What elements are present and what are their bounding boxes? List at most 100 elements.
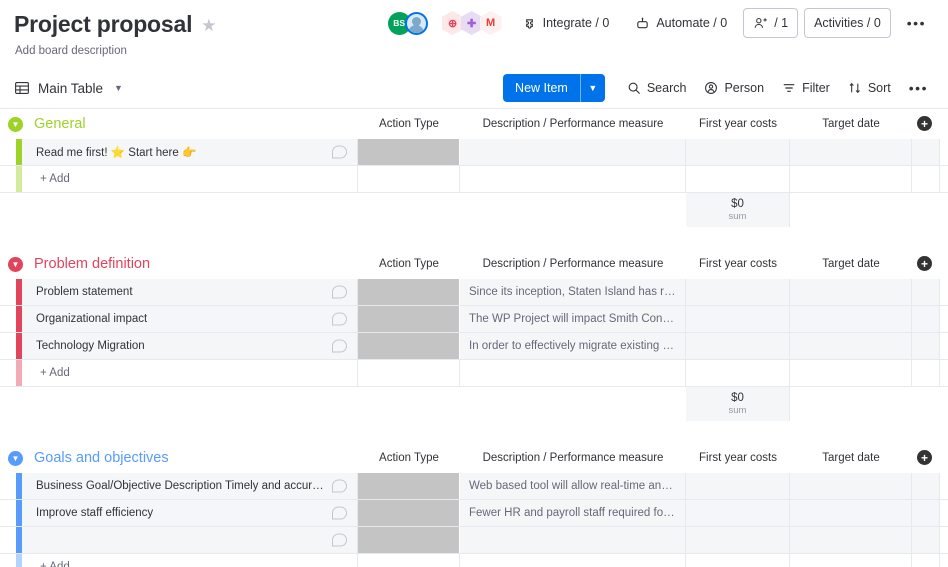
- row-name-cell[interactable]: [22, 527, 358, 553]
- search-button[interactable]: Search: [619, 76, 695, 100]
- summary-cell-first-year-costs[interactable]: $0 sum: [686, 387, 790, 421]
- avatar[interactable]: [404, 11, 428, 35]
- column-header[interactable]: Description / Performance measure: [483, 249, 664, 279]
- group-title[interactable]: Problem definition: [34, 256, 150, 272]
- person-button[interactable]: Person: [696, 76, 772, 100]
- activities-button[interactable]: Activities / 0: [804, 8, 891, 38]
- column-header[interactable]: Target date: [761, 109, 941, 139]
- table-cell[interactable]: [790, 527, 912, 553]
- table-cell[interactable]: [686, 527, 790, 553]
- summary-cell-first-year-costs[interactable]: $0 sum: [686, 193, 790, 227]
- table-cell[interactable]: [790, 333, 912, 359]
- table-cell[interactable]: [686, 139, 790, 165]
- column-header[interactable]: Description / Performance measure: [483, 443, 664, 473]
- table-cell[interactable]: [358, 500, 460, 526]
- invite-members-button[interactable]: / 1: [743, 8, 799, 38]
- group-collapse-icon[interactable]: ▼: [8, 256, 23, 272]
- table-cell[interactable]: [460, 527, 686, 553]
- table-cell[interactable]: [790, 473, 912, 499]
- table-cell[interactable]: [686, 279, 790, 305]
- table-cell[interactable]: The WP Project will impact Smith Consult…: [460, 306, 686, 332]
- star-icon[interactable]: ★: [201, 17, 216, 34]
- chat-bubble-icon[interactable]: [332, 312, 347, 326]
- chat-bubble-icon[interactable]: [332, 479, 347, 493]
- row-name-cell[interactable]: Read me first! ⭐ Start here 👉: [22, 139, 358, 165]
- add-column-button[interactable]: +: [917, 450, 932, 465]
- table-cell[interactable]: [686, 500, 790, 526]
- chevron-down-icon[interactable]: ▼: [114, 83, 123, 93]
- add-row-label[interactable]: + Add: [22, 166, 358, 192]
- chat-bubble-icon[interactable]: [332, 339, 347, 353]
- table-cell[interactable]: [912, 333, 940, 359]
- table-row[interactable]: [0, 527, 948, 554]
- table-cell[interactable]: [790, 139, 912, 165]
- board-more-options-button[interactable]: •••: [897, 8, 936, 38]
- group-collapse-icon[interactable]: ▼: [8, 116, 23, 132]
- table-cell[interactable]: [912, 139, 940, 165]
- column-header[interactable]: Target date: [761, 249, 941, 279]
- table-cell[interactable]: [460, 139, 686, 165]
- column-header[interactable]: Description / Performance measure: [483, 109, 664, 139]
- add-column-button[interactable]: +: [917, 256, 932, 271]
- table-cell[interactable]: [686, 473, 790, 499]
- table-row[interactable]: Read me first! ⭐ Start here 👉: [0, 139, 948, 166]
- filter-button[interactable]: Filter: [774, 76, 838, 100]
- table-cell[interactable]: [790, 500, 912, 526]
- column-header[interactable]: Action Type: [319, 249, 499, 279]
- integrate-button[interactable]: Integrate / 0: [512, 8, 620, 38]
- toolbar-more-options-button[interactable]: •••: [901, 78, 936, 98]
- table-row[interactable]: Organizational impact The WP Project will…: [0, 306, 948, 333]
- board-description[interactable]: Add board description: [15, 45, 934, 57]
- group-title[interactable]: General: [34, 116, 86, 132]
- group-collapse-icon[interactable]: ▼: [8, 450, 23, 466]
- integration-icon-plus[interactable]: ✚: [460, 11, 483, 35]
- main-table-tab[interactable]: Main Table ▼: [14, 80, 123, 96]
- table-cell[interactable]: [790, 306, 912, 332]
- add-row[interactable]: + Add: [0, 554, 948, 567]
- row-name-cell[interactable]: Technology Migration: [22, 333, 358, 359]
- table-cell[interactable]: [686, 306, 790, 332]
- integration-icon-gmail[interactable]: M: [479, 11, 502, 35]
- row-name-cell[interactable]: Business Goal/Objective Description Time…: [22, 473, 358, 499]
- chat-bubble-icon[interactable]: [332, 285, 347, 299]
- add-row[interactable]: + Add: [0, 166, 948, 193]
- table-cell[interactable]: [358, 306, 460, 332]
- table-cell[interactable]: [912, 500, 940, 526]
- table-cell[interactable]: [912, 527, 940, 553]
- column-header[interactable]: Target date: [761, 443, 941, 473]
- table-cell[interactable]: [686, 333, 790, 359]
- add-row-label[interactable]: + Add: [22, 360, 358, 386]
- automate-button[interactable]: Automate / 0: [625, 8, 737, 38]
- table-cell[interactable]: Web based tool will allow real-time and …: [460, 473, 686, 499]
- add-row-label[interactable]: + Add: [22, 554, 358, 567]
- column-header[interactable]: Action Type: [319, 109, 499, 139]
- chat-bubble-icon[interactable]: [332, 145, 347, 159]
- table-row[interactable]: Problem statement Since its inception, St…: [0, 279, 948, 306]
- sort-button[interactable]: Sort: [840, 76, 899, 100]
- table-row[interactable]: Improve staff efficiency Fewer HR and pay…: [0, 500, 948, 527]
- table-cell[interactable]: [358, 333, 460, 359]
- table-cell[interactable]: In order to effectively migrate existing…: [460, 333, 686, 359]
- chat-bubble-icon[interactable]: [332, 533, 347, 547]
- table-row[interactable]: Business Goal/Objective Description Time…: [0, 473, 948, 500]
- column-header[interactable]: Action Type: [319, 443, 499, 473]
- add-row[interactable]: + Add: [0, 360, 948, 387]
- table-cell[interactable]: Since its inception, Staten Island has r…: [460, 279, 686, 305]
- table-cell[interactable]: [358, 139, 460, 165]
- table-cell[interactable]: [358, 279, 460, 305]
- table-cell[interactable]: Fewer HR and payroll staff required for …: [460, 500, 686, 526]
- row-name-cell[interactable]: Problem statement: [22, 279, 358, 305]
- row-name-cell[interactable]: Improve staff efficiency: [22, 500, 358, 526]
- new-item-button[interactable]: New Item ▼: [503, 74, 605, 102]
- table-cell[interactable]: [358, 473, 460, 499]
- table-cell[interactable]: [912, 473, 940, 499]
- add-column-button[interactable]: +: [917, 116, 932, 131]
- table-cell[interactable]: [912, 306, 940, 332]
- group-title[interactable]: Goals and objectives: [34, 450, 169, 466]
- row-name-cell[interactable]: Organizational impact: [22, 306, 358, 332]
- chat-bubble-icon[interactable]: [332, 506, 347, 520]
- table-cell[interactable]: [912, 279, 940, 305]
- new-item-dropdown-chevron-icon[interactable]: ▼: [579, 74, 605, 102]
- integration-icon-generic[interactable]: ⊕: [441, 11, 464, 35]
- table-row[interactable]: Technology Migration In order to effectiv…: [0, 333, 948, 360]
